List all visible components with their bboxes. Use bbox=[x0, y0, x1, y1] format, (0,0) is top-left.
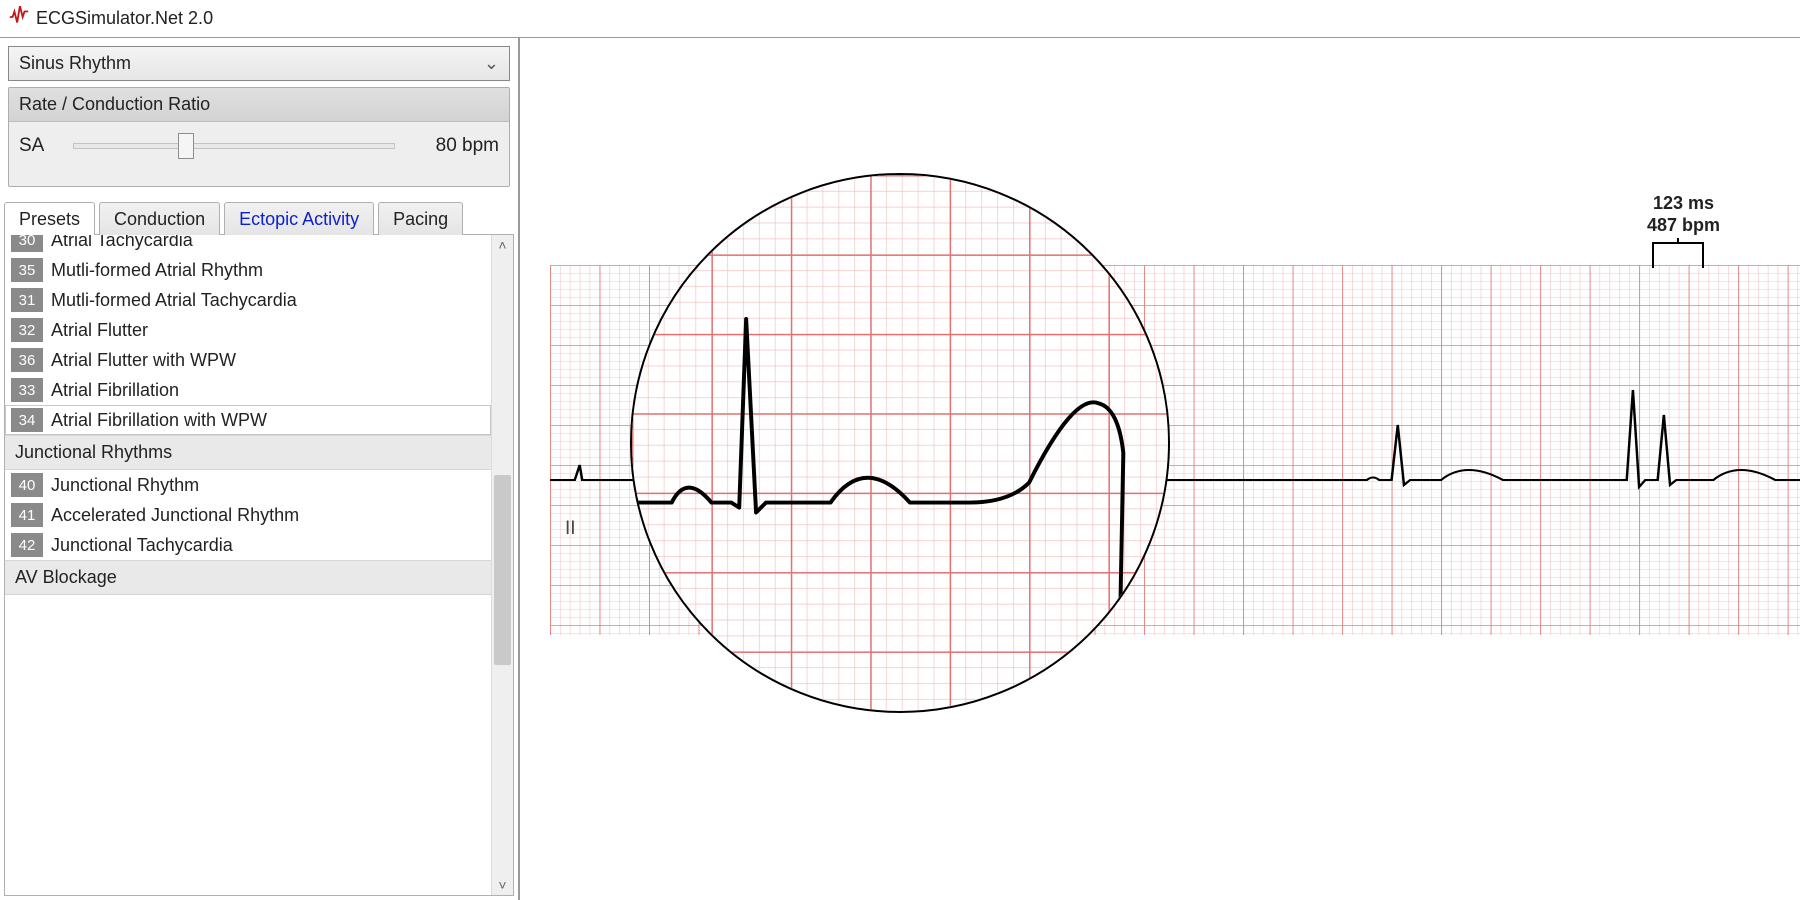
preset-item-selected[interactable]: 34 Atrial Fibrillation with WPW bbox=[5, 405, 491, 435]
preset-number-badge: 36 bbox=[11, 348, 43, 372]
titlebar: ECGSimulator.Net 2.0 bbox=[0, 0, 1800, 38]
sa-rate-slider[interactable] bbox=[73, 134, 395, 158]
scrollbar[interactable]: ˄ ˅ bbox=[491, 235, 513, 895]
ecg-canvas[interactable]: II 123 ms 487 bpm bbox=[520, 38, 1800, 900]
preset-label: Atrial Fibrillation bbox=[51, 380, 179, 401]
sa-label: SA bbox=[19, 135, 59, 157]
sa-rate-value: 80 bpm bbox=[409, 135, 499, 157]
rhythm-dropdown[interactable]: Sinus Rhythm ⌄ bbox=[8, 46, 510, 81]
preset-label: Atrial Flutter with WPW bbox=[51, 350, 236, 371]
preset-item[interactable]: 40 Junctional Rhythm bbox=[5, 470, 491, 500]
preset-label: Atrial Flutter bbox=[51, 320, 148, 341]
chevron-down-icon: ⌄ bbox=[484, 53, 499, 74]
preset-number-badge: 32 bbox=[11, 318, 43, 342]
rhythm-dropdown-value: Sinus Rhythm bbox=[19, 53, 131, 74]
tab-ectopic[interactable]: Ectopic Activity bbox=[224, 202, 374, 235]
tab-presets[interactable]: Presets bbox=[4, 202, 95, 235]
app-title: ECGSimulator.Net 2.0 bbox=[36, 8, 213, 29]
scroll-thumb[interactable] bbox=[494, 475, 511, 665]
preset-item[interactable]: 36 Atrial Flutter with WPW bbox=[5, 345, 491, 375]
sidebar: Sinus Rhythm ⌄ Rate / Conduction Ratio S… bbox=[0, 38, 520, 900]
preset-label: Mutli-formed Atrial Tachycardia bbox=[51, 290, 297, 311]
preset-number-badge: 41 bbox=[11, 503, 43, 527]
preset-item[interactable]: 35 Mutli-formed Atrial Rhythm bbox=[5, 255, 491, 285]
scroll-down-icon[interactable]: ˅ bbox=[492, 875, 513, 895]
rate-panel-title: Rate / Conduction Ratio bbox=[9, 88, 509, 122]
app-icon bbox=[8, 6, 30, 31]
caliper-bracket[interactable] bbox=[1648, 238, 1708, 268]
preset-item[interactable]: 32 Atrial Flutter bbox=[5, 315, 491, 345]
magnifier-lens[interactable] bbox=[630, 173, 1170, 713]
scroll-up-icon[interactable]: ˄ bbox=[492, 235, 513, 255]
preset-item[interactable]: 31 Mutli-formed Atrial Tachycardia bbox=[5, 285, 491, 315]
preset-item[interactable]: 42 Junctional Tachycardia bbox=[5, 530, 491, 560]
preset-label: Junctional Tachycardia bbox=[51, 535, 233, 556]
lead-label: II bbox=[565, 518, 576, 540]
caliper-ms: 123 ms bbox=[1647, 193, 1720, 215]
preset-label: Atrial Tachycardia bbox=[51, 235, 193, 251]
preset-number-badge: 34 bbox=[11, 408, 43, 432]
rate-panel: Rate / Conduction Ratio SA 80 bpm bbox=[8, 87, 510, 187]
caliper-bpm: 487 bpm bbox=[1647, 215, 1720, 237]
preset-label: Atrial Fibrillation with WPW bbox=[51, 410, 267, 431]
preset-label: Junctional Rhythm bbox=[51, 475, 199, 496]
preset-list-container: 30 Atrial Tachycardia 35 Mutli-formed Atr… bbox=[4, 234, 514, 896]
preset-number-badge: 35 bbox=[11, 258, 43, 282]
preset-number-badge: 42 bbox=[11, 533, 43, 557]
slider-thumb[interactable] bbox=[178, 133, 194, 159]
preset-label: Mutli-formed Atrial Rhythm bbox=[51, 260, 263, 281]
caliper-readout: 123 ms 487 bpm bbox=[1647, 193, 1720, 236]
preset-label: Accelerated Junctional Rhythm bbox=[51, 505, 299, 526]
tab-conduction[interactable]: Conduction bbox=[99, 202, 220, 235]
preset-number-badge: 30 bbox=[11, 235, 43, 252]
preset-number-badge: 33 bbox=[11, 378, 43, 402]
preset-number-badge: 40 bbox=[11, 473, 43, 497]
preset-list[interactable]: 30 Atrial Tachycardia 35 Mutli-formed Atr… bbox=[5, 235, 491, 895]
preset-item[interactable]: 33 Atrial Fibrillation bbox=[5, 375, 491, 405]
tabs: Presets Conduction Ectopic Activity Paci… bbox=[0, 201, 518, 234]
preset-item[interactable]: 30 Atrial Tachycardia bbox=[5, 235, 491, 255]
preset-category: AV Blockage bbox=[5, 560, 491, 595]
preset-item[interactable]: 41 Accelerated Junctional Rhythm bbox=[5, 500, 491, 530]
preset-category: Junctional Rhythms bbox=[5, 435, 491, 470]
slider-track bbox=[73, 143, 395, 149]
tab-pacing[interactable]: Pacing bbox=[378, 202, 463, 235]
preset-number-badge: 31 bbox=[11, 288, 43, 312]
